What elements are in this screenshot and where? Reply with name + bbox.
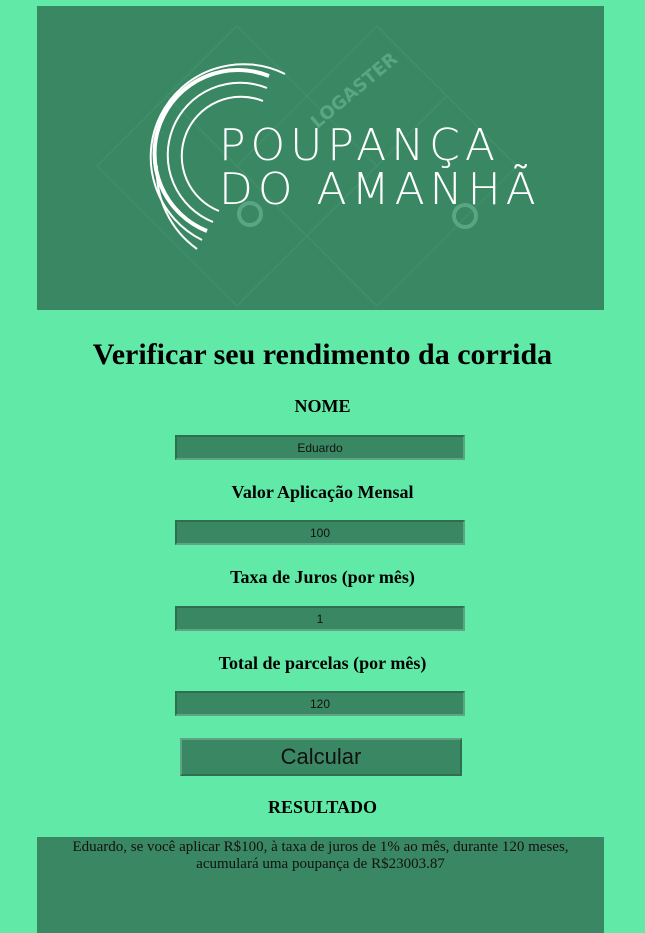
monthly-value-label: Valor Aplicação Mensal [231,482,414,502]
logo-line-2: DO AMANHÃ [219,164,541,215]
result-box: Eduardo, se você aplicar R$100, à taxa d… [37,837,604,933]
interest-rate-label: Taxa de Juros (por mês) [230,567,415,587]
interest-rate-input[interactable] [175,606,465,631]
installments-label: Total de parcelas (por mês) [218,653,427,673]
name-input[interactable] [175,435,465,460]
result-text: Eduardo, se você aplicar R$100, à taxa d… [72,839,569,872]
page-title: Verificar seu rendimento da corrida [92,338,553,371]
monthly-value-input[interactable] [175,520,465,545]
logo-line-1: POUPANÇA [219,120,500,171]
installments-input[interactable] [175,691,465,716]
name-label: NOME [294,396,351,416]
logo-banner: LOGASTER POUPANÇA DO AMANHÃ [37,6,604,310]
result-heading: RESULTADO [267,797,378,817]
calculate-button[interactable]: Calcular [180,738,462,776]
